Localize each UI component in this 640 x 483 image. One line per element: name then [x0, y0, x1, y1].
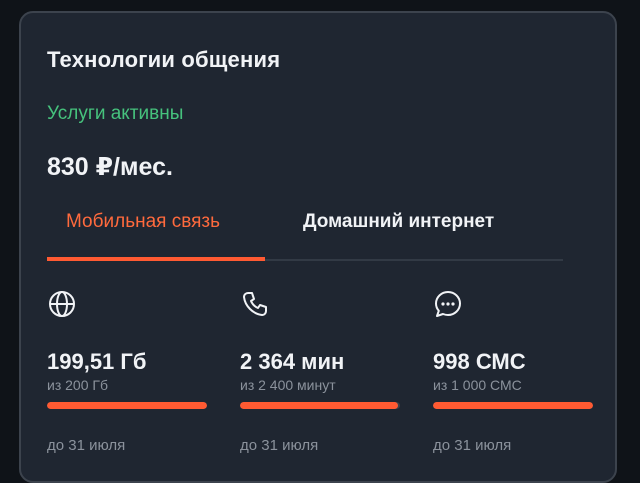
tariff-price: 830 ₽/мес. — [47, 153, 173, 181]
usage-amount: 2 364 мин — [240, 349, 345, 374]
tariff-title: Технологии общения — [47, 47, 281, 72]
usage-progress-bar — [433, 402, 593, 409]
tariff-card: Технологии общения Услуги активны 830 ₽/… — [19, 11, 617, 483]
usage-progress-bar — [47, 402, 207, 409]
services-status: Услуги активны — [47, 103, 184, 124]
usage-limit: из 1 000 СМС — [433, 377, 522, 393]
usage-progress-fill — [240, 402, 398, 409]
usage-progress-fill — [47, 402, 207, 409]
globe-icon — [49, 291, 75, 317]
phone-icon — [243, 292, 267, 316]
usage-expiry: до 31 июля — [47, 437, 126, 454]
tab-home-internet[interactable]: Домашний интернет — [303, 205, 494, 259]
service-tabs: Мобильная связь Домашний интернет — [47, 205, 563, 261]
tab-mobile[interactable]: Мобильная связь — [47, 205, 265, 261]
usage-progress-bar — [240, 402, 400, 409]
usage-amount: 199,51 Гб — [47, 349, 147, 374]
usage-limit: из 200 Гб — [47, 377, 108, 393]
usage-expiry: до 31 июля — [240, 437, 319, 454]
usage-amount: 998 СМС — [433, 349, 526, 374]
chat-bubble-icon — [435, 291, 461, 317]
usage-progress-fill — [433, 402, 593, 409]
usage-expiry: до 31 июля — [433, 437, 512, 454]
usage-limit: из 2 400 минут — [240, 377, 336, 393]
